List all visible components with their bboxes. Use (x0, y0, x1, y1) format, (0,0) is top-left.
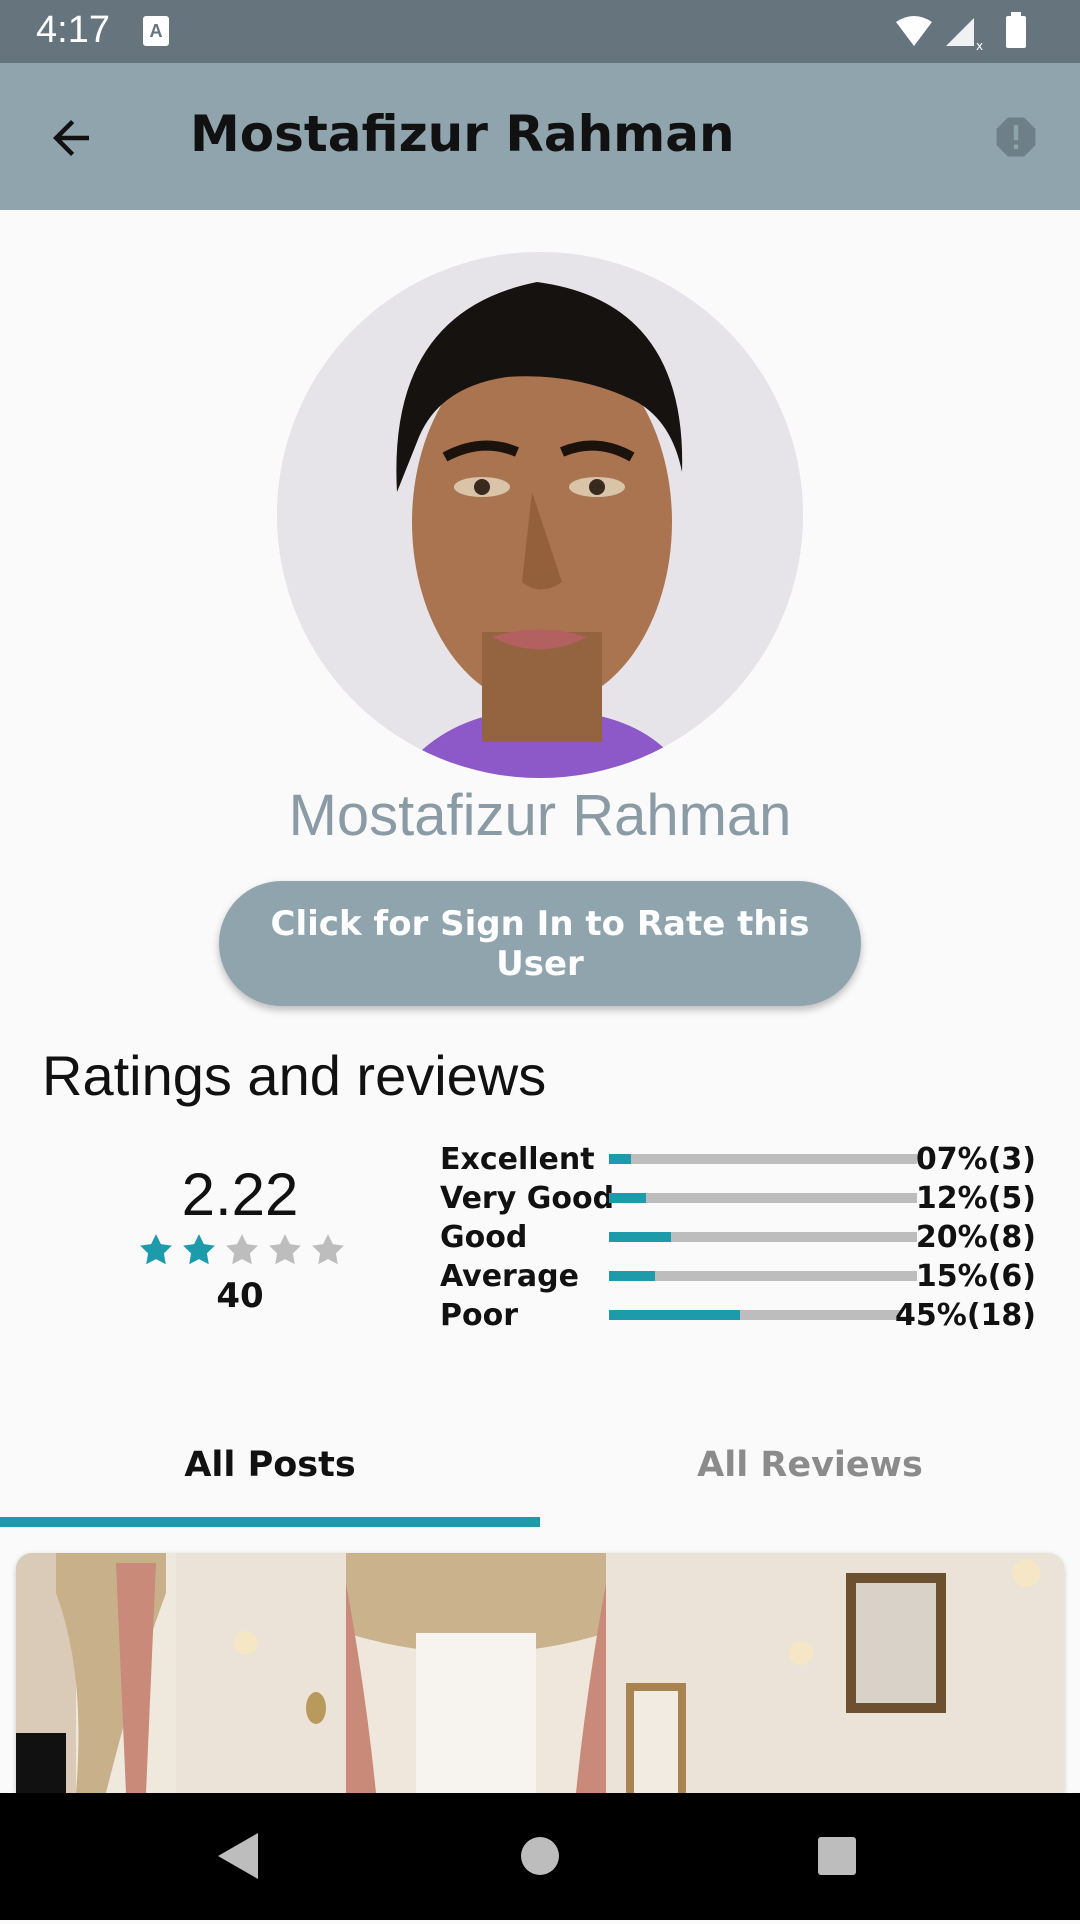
report-icon[interactable] (990, 111, 1042, 163)
star-filled-icon (140, 1234, 172, 1265)
signal-icon (946, 18, 974, 46)
rating-progress-bar (609, 1154, 917, 1164)
rating-stars (137, 1231, 347, 1273)
star-filled-icon (183, 1234, 215, 1265)
tab-all-posts[interactable]: All Posts (0, 1410, 540, 1530)
rating-row-label: Excellent (440, 1142, 595, 1177)
rating-row-percent: 45%(18) (895, 1298, 1036, 1333)
status-time: 4:17 (36, 9, 110, 51)
rating-row-excellent: Excellent 07%(3) (440, 1140, 1040, 1179)
rating-row-label: Poor (440, 1298, 519, 1333)
rating-breakdown: Excellent 07%(3) Very Good 12%(5) Good 20%(8)… (440, 1140, 1040, 1335)
post-card[interactable] (16, 1553, 1064, 1793)
rating-row-percent: 07%(3) (915, 1142, 1036, 1177)
system-status-icons: x (896, 12, 1026, 52)
app-bar: Mostafizur Rahman (0, 63, 1080, 210)
rating-row-label: Very Good (440, 1181, 615, 1216)
rating-row-percent: 12%(5) (915, 1181, 1036, 1216)
rating-row-percent: 20%(8) (915, 1220, 1036, 1255)
average-rating: 2.22 (181, 1161, 299, 1228)
active-tab-indicator (0, 1517, 540, 1527)
rating-count: 40 (216, 1276, 264, 1316)
rating-progress-fill (609, 1232, 671, 1242)
battery-icon (1006, 16, 1026, 48)
rating-progress-bar (609, 1310, 901, 1320)
back-arrow-icon[interactable] (44, 111, 98, 165)
profile-name: Mostafizur Rahman (288, 783, 792, 848)
rating-progress-fill (609, 1193, 646, 1203)
star-empty-icon (226, 1234, 258, 1265)
rating-row-label: Average (440, 1259, 579, 1294)
rating-row-label: Good (440, 1220, 528, 1255)
rating-progress-fill (609, 1310, 740, 1320)
rating-row-percent: 15%(6) (915, 1259, 1036, 1294)
rating-row-good: Good 20%(8) (440, 1218, 1040, 1257)
nav-home-icon (521, 1837, 559, 1875)
rating-progress-bar (609, 1193, 917, 1203)
rating-row-very-good: Very Good 12%(5) (440, 1179, 1040, 1218)
svg-text:x: x (976, 39, 983, 52)
sign-in-to-rate-button[interactable]: Click for Sign In to Rate this User (219, 881, 861, 1006)
star-empty-icon (312, 1234, 344, 1265)
system-navigation-bar (0, 1793, 1080, 1920)
rating-progress-fill (609, 1154, 631, 1164)
tab-bar: All Posts All Reviews (0, 1410, 1080, 1530)
rating-row-poor: Poor 45%(18) (440, 1296, 1040, 1335)
rating-progress-fill (609, 1271, 655, 1281)
nav-back-icon (218, 1833, 258, 1879)
rating-row-average: Average 15%(6) (440, 1257, 1040, 1296)
ratings-section-title: Ratings and reviews (42, 1044, 547, 1107)
nav-recents-icon (818, 1837, 856, 1875)
profile-avatar (277, 252, 803, 778)
rating-progress-bar (609, 1232, 917, 1242)
star-empty-icon (269, 1234, 301, 1265)
tab-all-reviews[interactable]: All Reviews (540, 1410, 1080, 1530)
status-bar: 4:17 A x (0, 0, 1080, 63)
page-title: Mostafizur Rahman (190, 105, 735, 163)
rating-progress-bar (609, 1271, 917, 1281)
post-image (16, 1553, 1064, 1793)
wifi-icon (896, 16, 932, 46)
notification-icon: A (143, 16, 169, 46)
